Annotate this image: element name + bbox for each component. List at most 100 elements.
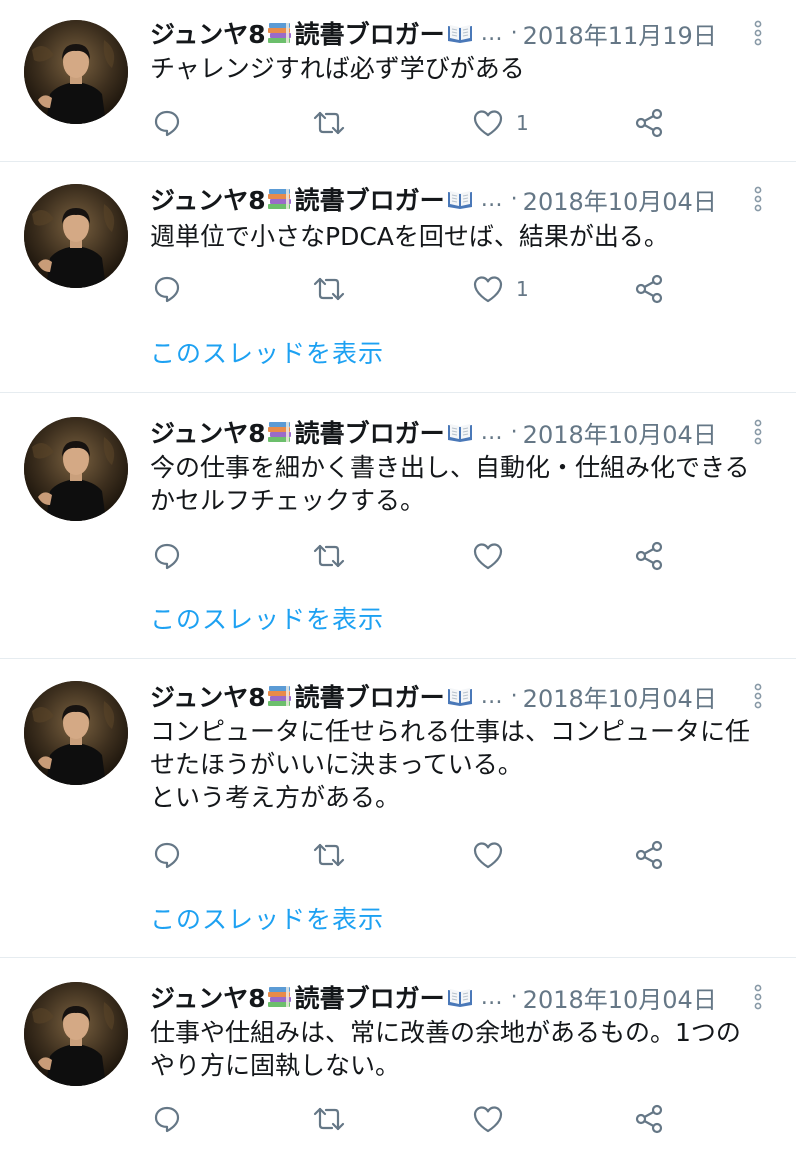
author-name[interactable]: ジュンヤ8 <box>150 678 266 714</box>
timeline: ジュンヤ8 読書ブロガー … · 2018年11月19日 チャレンジすれば必ず学… <box>0 0 796 1158</box>
tweet-text-line: という考え方がある。 <box>150 783 401 812</box>
tweet[interactable]: ジュンヤ8 読書ブロガー … · 2018年10月04日 仕事や仕組みは、常に改… <box>0 958 796 1158</box>
share-icon <box>633 540 665 572</box>
share-button[interactable] <box>633 105 665 141</box>
retweet-button[interactable] <box>311 538 347 574</box>
reply-button[interactable] <box>152 837 182 873</box>
author-name-suffix[interactable]: 読書ブロガー <box>295 678 445 714</box>
like-count: 1 <box>516 277 529 301</box>
reply-button[interactable] <box>152 1101 182 1137</box>
share-button[interactable] <box>633 837 665 873</box>
show-thread-link[interactable]: このスレッドを表示 <box>150 600 384 636</box>
tweet-text-line: 週単位で小さなPDCAを回せば、結果が出る。 <box>150 222 669 251</box>
tweet-text-line: チャレンジすれば必ず学びがある <box>150 54 525 83</box>
author-name-suffix[interactable]: 読書ブロガー <box>295 181 445 217</box>
separator-dot: · <box>510 984 518 1010</box>
tweet-date[interactable]: 2018年10月04日 <box>523 415 717 450</box>
reply-icon <box>152 541 182 571</box>
books-emoji-icon <box>267 684 293 708</box>
name-truncation: … <box>480 984 503 1010</box>
author-name[interactable]: ジュンヤ8 <box>150 979 266 1015</box>
heart-icon <box>472 541 504 571</box>
name-truncation: … <box>480 186 503 212</box>
tweet[interactable]: ジュンヤ8 読書ブロガー … · 2018年10月04日 今の仕事を細かく書き出… <box>0 393 796 659</box>
retweet-icon <box>311 840 347 870</box>
more-vertical-icon[interactable] <box>748 417 768 447</box>
tweet-header: ジュンヤ8 読書ブロガー … · 2018年10月04日 <box>150 679 796 713</box>
tweet-date[interactable]: 2018年10月04日 <box>523 182 717 217</box>
retweet-icon <box>311 1104 347 1134</box>
show-thread-link[interactable]: このスレッドを表示 <box>150 900 384 936</box>
avatar[interactable] <box>24 417 128 521</box>
tweet-text-line: コンピュータに任せられる仕事は、コンピュータに任 <box>150 717 751 746</box>
books-emoji-icon <box>267 187 293 211</box>
tweet-actions <box>0 837 796 873</box>
heart-icon <box>472 1104 504 1134</box>
author-name-suffix[interactable]: 読書ブロガー <box>295 15 445 51</box>
author-name[interactable]: ジュンヤ8 <box>150 181 266 217</box>
retweet-icon <box>311 541 347 571</box>
share-button[interactable] <box>633 538 665 574</box>
tweet-header: ジュンヤ8 読書ブロガー … · 2018年10月04日 <box>150 980 796 1014</box>
separator-dot: · <box>510 683 518 709</box>
share-icon <box>633 273 665 305</box>
tweet-text-line: やり方に固執しない。 <box>150 1051 401 1080</box>
reply-button[interactable] <box>152 105 182 141</box>
share-icon <box>633 107 665 139</box>
like-button[interactable]: 1 <box>472 271 529 307</box>
tweet[interactable]: ジュンヤ8 読書ブロガー … · 2018年10月04日 コンピュータに任せられ… <box>0 659 796 958</box>
tweet-text-line: せたほうがいいに決まっている。 <box>150 750 523 779</box>
tweet-text: 今の仕事を細かく書き出し、自動化・仕組み化できる かセルフチェックする。 <box>150 451 776 517</box>
retweet-button[interactable] <box>311 837 347 873</box>
tweet-header: ジュンヤ8 読書ブロガー … · 2018年11月19日 <box>150 16 796 50</box>
tweet-header: ジュンヤ8 読書ブロガー … · 2018年10月04日 <box>150 182 796 216</box>
like-button[interactable] <box>472 1101 516 1137</box>
author-name[interactable]: ジュンヤ8 <box>150 414 266 450</box>
like-count: 1 <box>516 111 529 135</box>
tweet-actions <box>0 538 796 574</box>
tweet-actions <box>0 1101 796 1137</box>
share-button[interactable] <box>633 271 665 307</box>
reply-icon <box>152 1104 182 1134</box>
like-button[interactable] <box>472 538 516 574</box>
show-thread-link[interactable]: このスレッドを表示 <box>150 334 384 370</box>
more-vertical-icon[interactable] <box>748 184 768 214</box>
retweet-icon <box>311 108 347 138</box>
tweet-date[interactable]: 2018年10月04日 <box>523 980 717 1015</box>
tweet-date[interactable]: 2018年10月04日 <box>523 679 717 714</box>
more-vertical-icon[interactable] <box>748 982 768 1012</box>
more-vertical-icon[interactable] <box>748 18 768 48</box>
tweet-actions: 1 <box>0 271 796 307</box>
avatar[interactable] <box>24 681 128 785</box>
tweet-text: 週単位で小さなPDCAを回せば、結果が出る。 <box>150 220 776 253</box>
author-name-suffix[interactable]: 読書ブロガー <box>295 979 445 1015</box>
reply-icon <box>152 274 182 304</box>
author-name[interactable]: ジュンヤ8 <box>150 15 266 51</box>
separator-dot: · <box>510 419 518 445</box>
tweet[interactable]: ジュンヤ8 読書ブロガー … · 2018年11月19日 チャレンジすれば必ず学… <box>0 0 796 162</box>
retweet-button[interactable] <box>311 271 347 307</box>
retweet-button[interactable] <box>311 1101 347 1137</box>
share-button[interactable] <box>633 1101 665 1137</box>
like-button[interactable]: 1 <box>472 105 529 141</box>
books-emoji-icon <box>267 21 293 45</box>
author-name-suffix[interactable]: 読書ブロガー <box>295 414 445 450</box>
reply-button[interactable] <box>152 538 182 574</box>
tweet-text: コンピュータに任せられる仕事は、コンピュータに任 せたほうがいいに決まっている。… <box>150 715 776 814</box>
tweet-text: 仕事や仕組みは、常に改善の余地があるもの。1つの やり方に固執しない。 <box>150 1016 776 1082</box>
share-icon <box>633 1103 665 1135</box>
reply-button[interactable] <box>152 271 182 307</box>
avatar[interactable] <box>24 982 128 1086</box>
name-truncation: … <box>480 20 503 46</box>
retweet-icon <box>311 274 347 304</box>
retweet-button[interactable] <box>311 105 347 141</box>
name-truncation: … <box>480 419 503 445</box>
separator-dot: · <box>510 20 518 46</box>
tweet-text-line: 仕事や仕組みは、常に改善の余地があるもの。1つの <box>150 1018 741 1047</box>
more-vertical-icon[interactable] <box>748 681 768 711</box>
like-button[interactable] <box>472 837 516 873</box>
name-truncation: … <box>480 683 503 709</box>
tweet-date[interactable]: 2018年11月19日 <box>523 16 717 51</box>
books-emoji-icon <box>267 985 293 1009</box>
tweet[interactable]: ジュンヤ8 読書ブロガー … · 2018年10月04日 週単位で小さなPDCA… <box>0 162 796 393</box>
